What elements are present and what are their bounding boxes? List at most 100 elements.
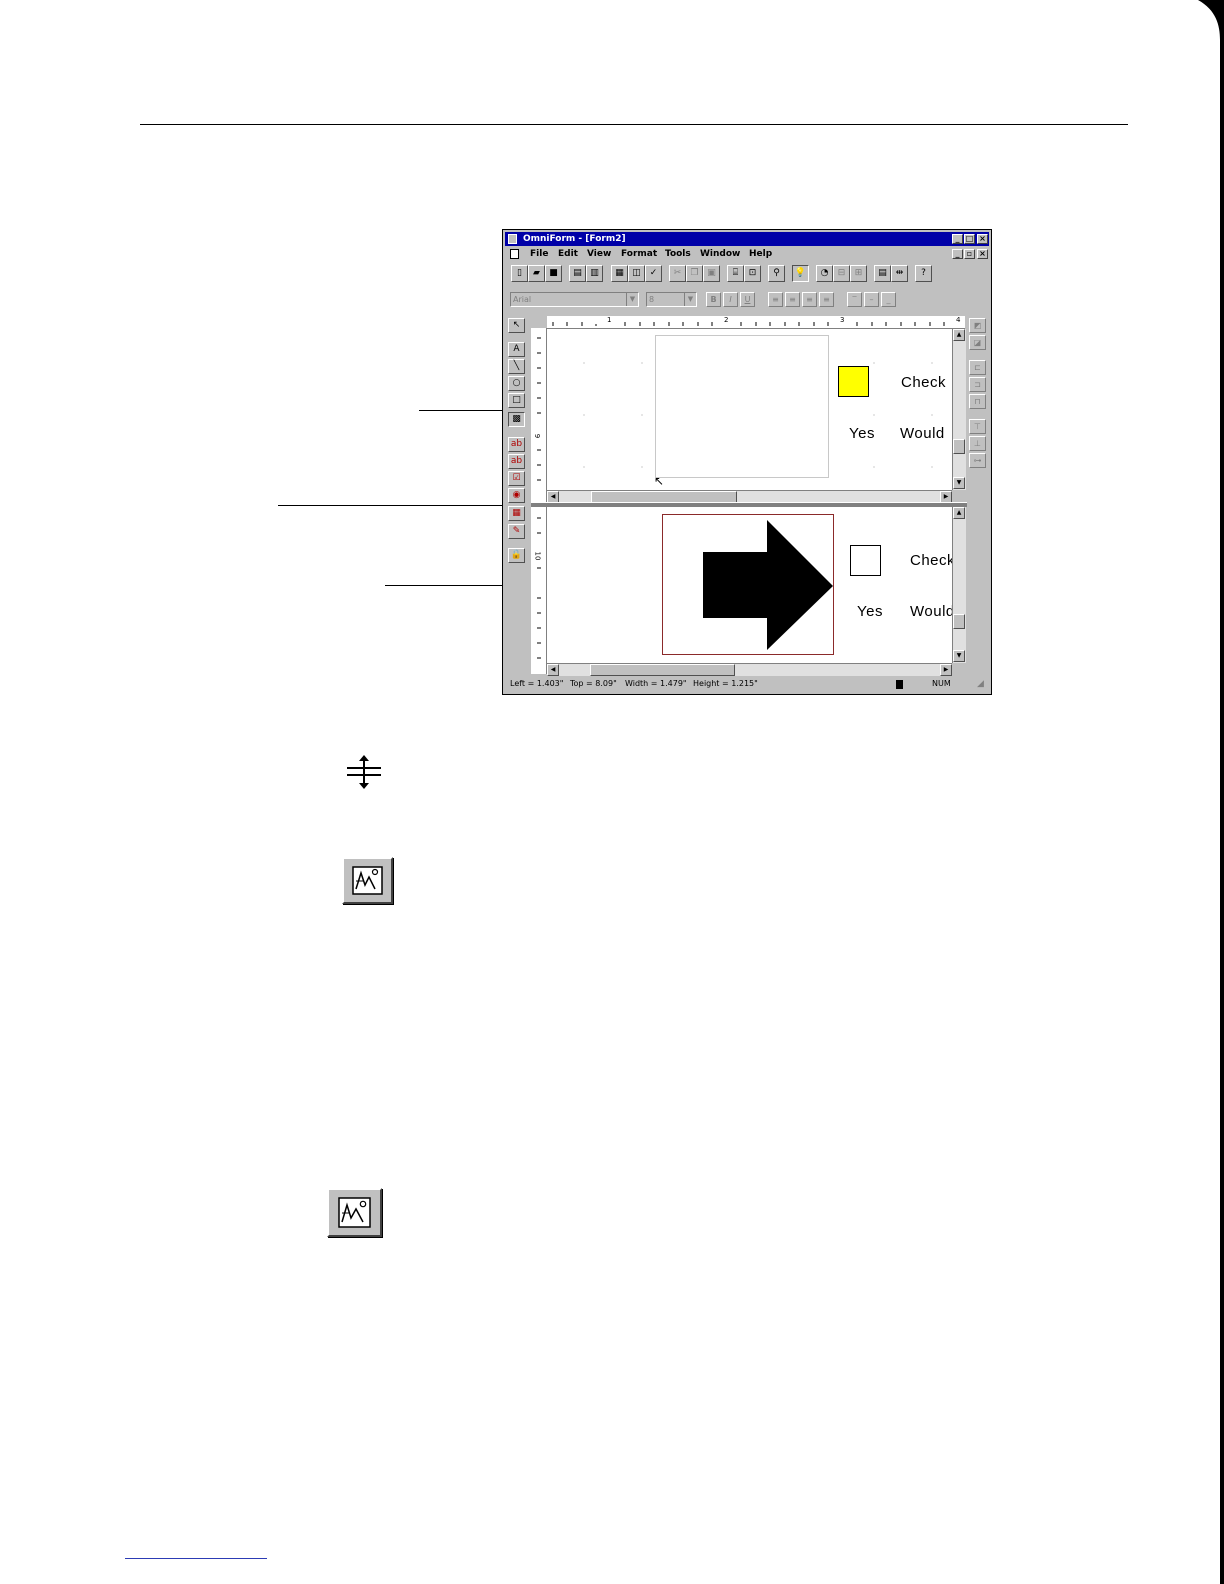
font-size-value: 8 [649, 295, 655, 304]
lock-icon[interactable]: 🔒 [508, 548, 525, 563]
menu-file[interactable]: File [530, 247, 548, 261]
scan-icon[interactable]: ⌸ [727, 265, 744, 282]
scroll-down-icon[interactable]: ▼ [953, 477, 965, 489]
align-left-icon[interactable]: ≡ [768, 292, 783, 307]
resize-grip-icon[interactable]: ◢ [977, 677, 984, 691]
rectangle-tool-icon[interactable]: □ [508, 393, 525, 408]
cut-icon[interactable]: ✂ [669, 265, 686, 282]
bring-front-icon[interactable]: ◩ [969, 318, 986, 333]
line-tool-icon[interactable]: ╲ [508, 359, 525, 374]
pointer-icon[interactable]: ↖ [508, 318, 525, 333]
scroll-right-icon[interactable]: ▶ [940, 664, 952, 676]
text-tool-icon[interactable]: A [508, 342, 525, 357]
align-left-edges-icon[interactable]: ⊏ [969, 360, 986, 375]
menu-bar: File Edit View Format Tools Window Help … [505, 247, 989, 261]
picture-tool-icon[interactable]: ▩ [508, 412, 525, 427]
header-rule [140, 124, 1128, 125]
maximize-icon[interactable]: □ [964, 234, 975, 244]
ruler-label-3: 3 [840, 316, 845, 324]
valign-top-icon[interactable]: ‾ [847, 292, 862, 307]
align-center-edges-icon[interactable]: ⊓ [969, 394, 986, 409]
hscroll-thumb[interactable] [590, 664, 735, 676]
menu-tools[interactable]: Tools [665, 247, 691, 261]
menu-view[interactable]: View [587, 247, 611, 261]
checkbox-tool-icon[interactable]: ☑ [508, 471, 525, 486]
new-icon[interactable]: ▯ [511, 265, 528, 282]
help-icon[interactable]: ? [915, 265, 932, 282]
align-right-edges-icon[interactable]: ⊐ [969, 377, 986, 392]
ellipse-tool-icon[interactable]: ○ [508, 376, 525, 391]
omniform-window: OmniForm - [Form2] _ □ × File Edit View … [502, 229, 992, 695]
scroll-up-icon[interactable]: ▲ [953, 507, 965, 519]
signature-tool-icon[interactable]: ✎ [508, 524, 525, 539]
lower-vscroll[interactable]: ▲ ▼ [952, 507, 966, 663]
upper-vscroll[interactable]: ▲ ▼ [952, 329, 966, 490]
lower-hscroll[interactable]: ◀ ▶ [547, 663, 952, 676]
align-right-icon[interactable]: ≡ [802, 292, 817, 307]
would-label: Would [900, 425, 945, 442]
save-icon[interactable]: ■ [545, 265, 562, 282]
font-size-combo[interactable]: 8 ▼ [646, 292, 697, 307]
align-bottom-edges-icon[interactable]: ⊥ [969, 436, 986, 451]
justify-icon[interactable]: ≡ [819, 292, 834, 307]
fax-icon[interactable]: ▥ [586, 265, 603, 282]
picture-frame-empty[interactable] [655, 335, 829, 478]
italic-icon[interactable]: I [723, 292, 738, 307]
scroll-left-icon[interactable]: ◀ [547, 664, 559, 676]
doc-restore-icon[interactable]: ▫ [964, 249, 975, 259]
scroll-down-icon[interactable]: ▼ [953, 650, 965, 662]
grid-icon[interactable]: ⊞ [850, 265, 867, 282]
doc-close-icon[interactable]: × [977, 249, 988, 259]
align-center-icon[interactable]: ≡ [785, 292, 800, 307]
align-top-edges-icon[interactable]: ⊤ [969, 419, 986, 434]
paste-icon[interactable]: ▣ [703, 265, 720, 282]
menu-format[interactable]: Format [621, 247, 657, 261]
bold-icon[interactable]: B [706, 292, 721, 307]
table-icon[interactable]: ▤ [874, 265, 891, 282]
menu-help[interactable]: Help [749, 247, 772, 261]
send-back-icon[interactable]: ◪ [969, 335, 986, 350]
spell-check-icon[interactable]: ✓ [645, 265, 662, 282]
check-label-lower: Check [910, 552, 952, 569]
vruler-label-9: 9 [533, 433, 542, 439]
form-icon[interactable]: ⊡ [744, 265, 761, 282]
table-tool-icon[interactable]: ▦ [508, 506, 525, 521]
picture-tool-icon [342, 857, 393, 904]
checkbox-empty[interactable] [850, 545, 881, 576]
scroll-thumb[interactable] [953, 439, 965, 454]
font-name-value: Arial [513, 295, 532, 304]
copy-icon[interactable]: ❐ [686, 265, 703, 282]
open-icon[interactable]: ▰ [528, 265, 545, 282]
status-top: Top = 8.09" [570, 679, 617, 688]
print-icon[interactable]: ▦ [611, 265, 628, 282]
zoom-icon[interactable]: ⚲ [768, 265, 785, 282]
radio-tool-icon[interactable]: ◉ [508, 488, 525, 503]
font-name-combo[interactable]: Arial ▼ [510, 292, 639, 307]
chevron-down-icon[interactable]: ▼ [684, 293, 696, 306]
valign-middle-icon[interactable]: – [864, 292, 879, 307]
object-icon[interactable]: ◔ [816, 265, 833, 282]
chevron-down-icon[interactable]: ▼ [626, 293, 638, 306]
picture-frame-arrow[interactable] [662, 514, 834, 655]
doc-minimize-icon[interactable]: _ [952, 249, 963, 259]
underline-icon[interactable]: U [740, 292, 755, 307]
find-icon[interactable]: ◫ [628, 265, 645, 282]
checkbox-yellow[interactable] [838, 366, 869, 397]
space-evenly-icon[interactable]: ⊶ [969, 453, 986, 468]
format-toolbar: Arial ▼ 8 ▼ B I U ≡ ≡ ≡ ≡ ‾ – _ [505, 289, 989, 311]
bulb-icon[interactable]: 💡 [792, 265, 809, 282]
tab-order-icon[interactable]: ⊟ [833, 265, 850, 282]
text-field-icon[interactable]: ab [508, 437, 525, 452]
print-preview-icon[interactable]: ▤ [569, 265, 586, 282]
minimize-icon[interactable]: _ [952, 234, 963, 244]
field-list-icon[interactable]: ⇹ [891, 265, 908, 282]
scroll-thumb[interactable] [953, 614, 965, 629]
close-icon[interactable]: × [977, 234, 988, 244]
menu-window[interactable]: Window [700, 247, 740, 261]
arrange-toolbox: ◩ ◪ ⊏ ⊐ ⊓ ⊤ ⊥ ⊶ [967, 316, 989, 476]
valign-bottom-icon[interactable]: _ [881, 292, 896, 307]
scroll-up-icon[interactable]: ▲ [953, 329, 965, 341]
menu-edit[interactable]: Edit [558, 247, 578, 261]
title-bar: OmniForm - [Form2] _ □ × [505, 232, 989, 246]
comb-field-icon[interactable]: ab [508, 454, 525, 469]
